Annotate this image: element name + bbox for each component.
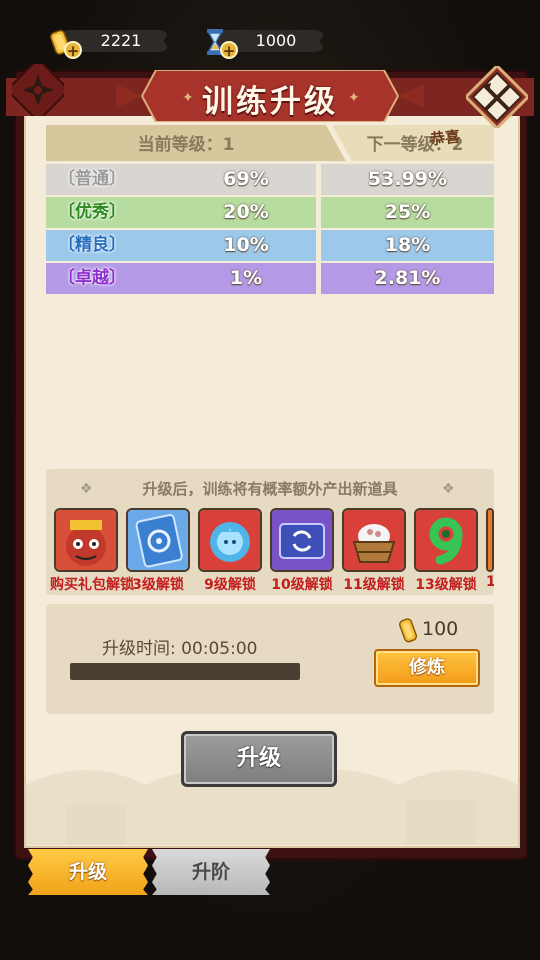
unlock-label: 11级解锁 bbox=[343, 577, 405, 593]
current-probability: 20% bbox=[223, 201, 269, 223]
next-probability: 25% bbox=[321, 197, 494, 228]
prob-cell-current: 〔精良〕 10% bbox=[46, 230, 316, 261]
quality-label: 〔卓越〕 bbox=[58, 268, 126, 288]
hourglass-amount: 1000 bbox=[255, 31, 297, 50]
shuriken-ornament-icon bbox=[12, 64, 64, 116]
tab-upgrade[interactable]: 升级 bbox=[28, 849, 148, 895]
hourglass-currency[interactable]: 1000 + bbox=[200, 27, 326, 60]
prob-row-excellent: 〔优秀〕 20% 25% bbox=[46, 197, 494, 228]
rice-basket-icon[interactable] bbox=[342, 508, 406, 572]
current-probability: 1% bbox=[229, 267, 263, 289]
prob-row-superb: 〔卓越〕 1% 2.81% bbox=[46, 263, 494, 294]
unlock-label: 10级解锁 bbox=[271, 577, 333, 593]
next-probability: 2.81% bbox=[321, 263, 494, 294]
gold-ingot-icon bbox=[399, 618, 418, 643]
prob-row-fine: 〔精良〕 10% 18% bbox=[46, 230, 494, 261]
monkey-king-gift-icon[interactable] bbox=[54, 508, 118, 572]
blue-card-icon[interactable] bbox=[126, 508, 190, 572]
train-button[interactable]: 修炼 bbox=[374, 649, 480, 687]
page-title: 训练升级 bbox=[202, 84, 338, 120]
prob-cell-current: 〔优秀〕 20% bbox=[46, 197, 316, 228]
level-header: 当前等级：1 下一等级：2 bbox=[46, 125, 494, 161]
next-probability: 53.99% bbox=[321, 164, 494, 195]
close-crossed-weapons-icon[interactable] bbox=[466, 66, 528, 128]
unlock-label: 13级解锁 bbox=[415, 577, 477, 593]
prob-row-common: 〔普通〕 69% 53.99% bbox=[46, 164, 494, 195]
unlock-label: 9级解锁 bbox=[204, 577, 256, 593]
quality-label: 〔普通〕 bbox=[58, 169, 126, 189]
coin-amount: 2221 bbox=[100, 31, 142, 50]
partial-item-icon[interactable] bbox=[486, 508, 494, 572]
congrats-stamp: 恭喜 bbox=[429, 127, 461, 149]
next-level: 下一等级：2 bbox=[366, 135, 464, 155]
purple-card-icon[interactable] bbox=[270, 508, 334, 572]
green-nine-icon[interactable] bbox=[414, 508, 478, 572]
current-probability: 69% bbox=[223, 168, 269, 190]
add-coin-button[interactable]: + bbox=[64, 41, 82, 60]
coin-currency[interactable]: 2221 + bbox=[46, 27, 170, 60]
quality-label: 〔精良〕 bbox=[58, 235, 126, 255]
unlock-label: 购买礼包解锁 bbox=[50, 577, 134, 593]
add-hourglass-button[interactable]: + bbox=[220, 41, 238, 60]
blue-spirit-icon[interactable] bbox=[198, 508, 262, 572]
next-probability: 18% bbox=[321, 230, 494, 261]
tab-advance[interactable]: 升阶 bbox=[152, 849, 270, 895]
unlock-label: 1 bbox=[486, 574, 494, 590]
prob-cell-current: 〔普通〕 69% bbox=[46, 164, 316, 195]
train-cost: 100 bbox=[398, 617, 458, 643]
upgrade-button[interactable]: 升级 bbox=[181, 731, 337, 787]
upgrade-progress-bar bbox=[70, 663, 300, 680]
prob-cell-current: 〔卓越〕 1% bbox=[46, 263, 316, 294]
current-level: 当前等级：1 bbox=[137, 135, 235, 155]
current-probability: 10% bbox=[223, 234, 269, 256]
unlock-label: 3级解锁 bbox=[132, 577, 184, 593]
quality-label: 〔优秀〕 bbox=[58, 202, 126, 222]
train-cost-amount: 100 bbox=[422, 618, 459, 640]
upgrade-time-label: 升级时间: 00:05:00 bbox=[102, 639, 258, 659]
unlock-description: 升级后，训练将有概率额外产出新道具 bbox=[142, 480, 398, 498]
